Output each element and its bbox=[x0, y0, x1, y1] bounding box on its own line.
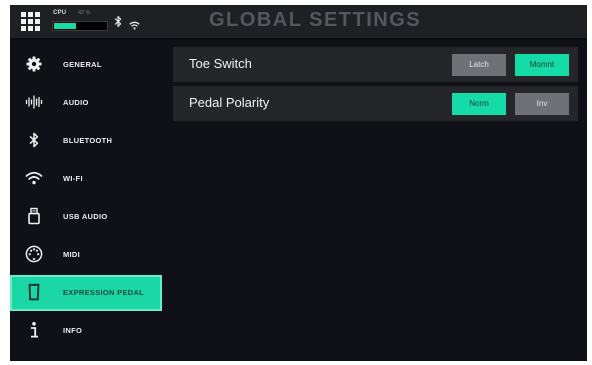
bluetooth-status-icon bbox=[114, 15, 122, 28]
sidebar-item-general[interactable]: GENERAL bbox=[10, 47, 162, 83]
settings-sidebar: GENERAL AUDIO BLUETOOTH WI-FI USB AUDIO … bbox=[10, 45, 165, 361]
wifi-icon bbox=[25, 169, 43, 187]
cpu-label: CPU bbox=[53, 10, 67, 16]
sidebar-item-bluetooth[interactable]: BLUETOOTH bbox=[10, 123, 162, 159]
sidebar-item-label: MIDI bbox=[63, 250, 81, 259]
midi-icon bbox=[25, 245, 43, 263]
wifi-status-icon bbox=[129, 17, 140, 30]
grid-menu-icon[interactable] bbox=[20, 11, 41, 32]
sidebar-item-label: AUDIO bbox=[63, 98, 89, 107]
bluetooth-icon bbox=[25, 131, 43, 149]
setting-row-pedal-polarity: Pedal Polarity Norm Inv bbox=[173, 86, 578, 121]
sidebar-item-label: WI-FI bbox=[63, 174, 83, 183]
setting-label: Toe Switch bbox=[189, 56, 252, 71]
info-icon bbox=[25, 321, 43, 339]
cpu-value: 42 % bbox=[78, 10, 91, 16]
top-bar: CPU 42 % GLOBAL SETTINGS bbox=[10, 5, 587, 40]
normal-polarity-button[interactable]: Norm bbox=[452, 93, 506, 115]
cpu-meter: CPU 42 % bbox=[52, 10, 108, 34]
device-screen: CPU 42 % GLOBAL SETTINGS GENERAL AUDIO B… bbox=[10, 5, 587, 361]
sidebar-item-expression-pedal[interactable]: EXPRESSION PEDAL bbox=[10, 275, 162, 311]
sidebar-item-midi[interactable]: MIDI bbox=[10, 237, 162, 273]
cpu-bar-fill bbox=[54, 23, 76, 29]
setting-row-toe-switch: Toe Switch Latch Momnt bbox=[173, 47, 578, 82]
sidebar-item-usb-audio[interactable]: USB AUDIO bbox=[10, 199, 162, 235]
gear-icon bbox=[25, 55, 43, 73]
sidebar-item-label: USB AUDIO bbox=[63, 212, 108, 221]
sidebar-item-wifi[interactable]: WI-FI bbox=[10, 161, 162, 197]
usb-icon bbox=[25, 207, 43, 225]
sidebar-item-label: BLUETOOTH bbox=[63, 136, 113, 145]
momentary-button[interactable]: Momnt bbox=[515, 54, 569, 76]
waveform-icon bbox=[25, 93, 43, 111]
latch-button[interactable]: Latch bbox=[452, 54, 506, 76]
cpu-bar bbox=[52, 21, 108, 31]
sidebar-item-label: EXPRESSION PEDAL bbox=[63, 288, 145, 297]
sidebar-item-audio[interactable]: AUDIO bbox=[10, 85, 162, 121]
expression-pedal-icon bbox=[25, 283, 43, 301]
page-title: GLOBAL SETTINGS bbox=[209, 9, 422, 31]
sidebar-item-info[interactable]: INFO bbox=[10, 313, 162, 349]
setting-label: Pedal Polarity bbox=[189, 95, 270, 110]
sidebar-item-label: GENERAL bbox=[63, 60, 102, 69]
inverse-polarity-button[interactable]: Inv bbox=[515, 93, 569, 115]
sidebar-item-label: INFO bbox=[63, 326, 83, 335]
